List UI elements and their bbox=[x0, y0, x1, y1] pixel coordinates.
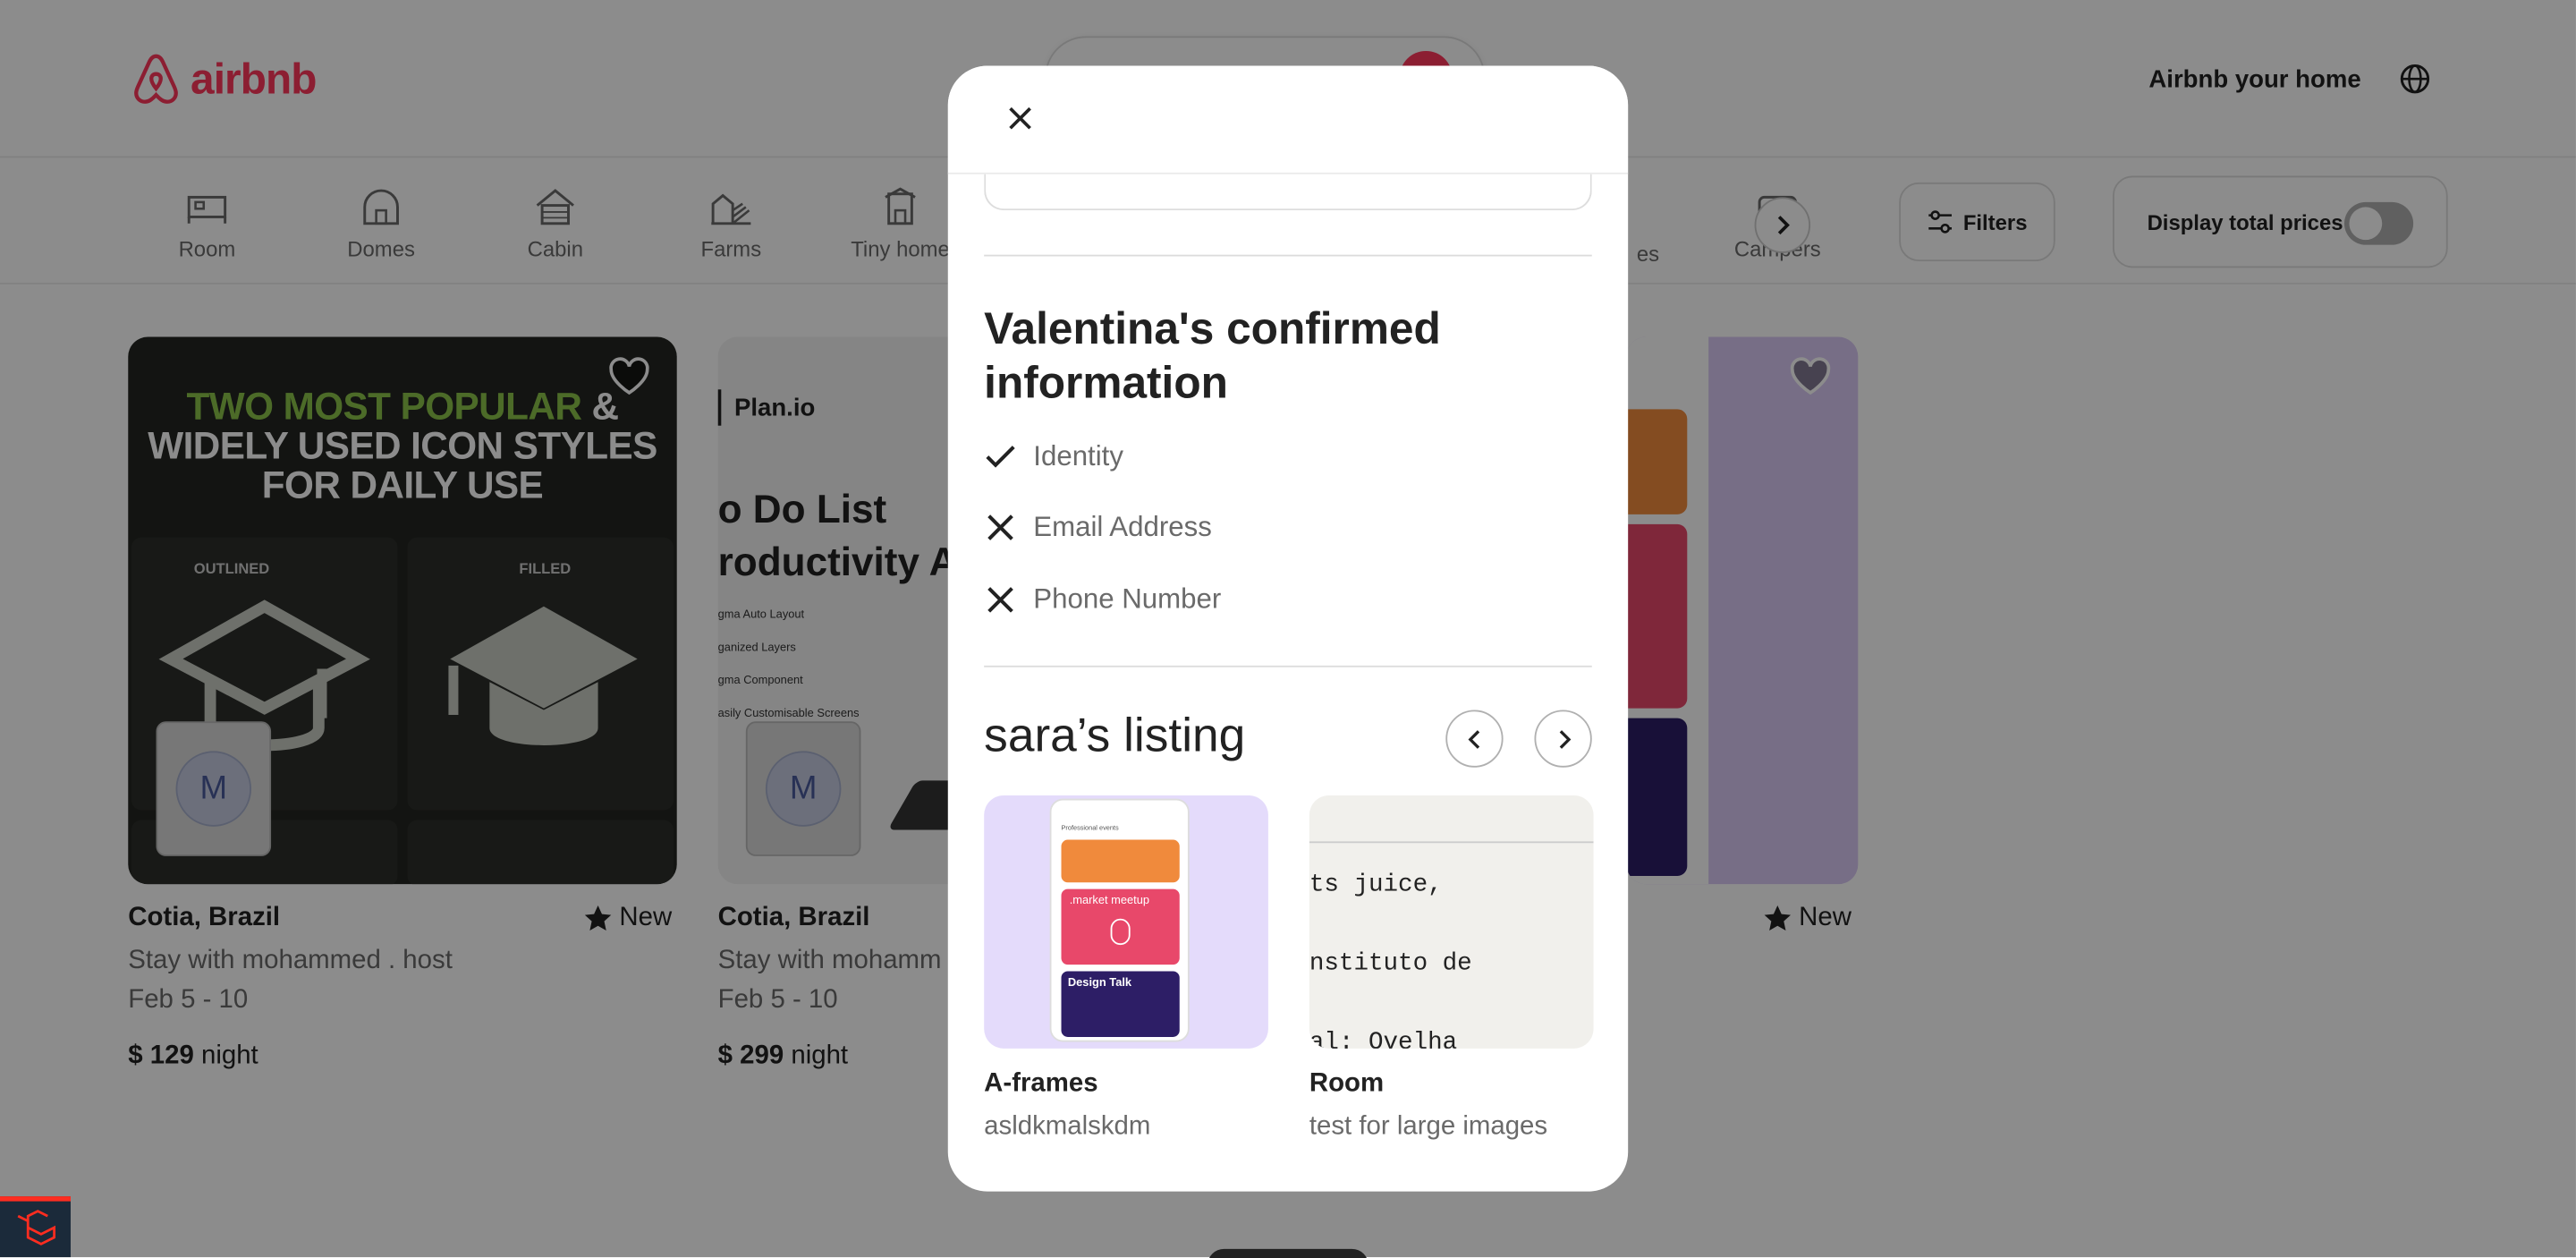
image-rule bbox=[1309, 841, 1594, 844]
confirmed-info-title: Valentina's confirmed information bbox=[984, 303, 1441, 408]
laravel-icon bbox=[16, 1210, 55, 1245]
modal-header bbox=[947, 65, 1629, 174]
listings-next-button[interactable] bbox=[1534, 710, 1592, 768]
close-button[interactable] bbox=[997, 96, 1043, 141]
listing-card-image[interactable]: Professional events .market meetup Desig… bbox=[984, 795, 1268, 1049]
verification-identity: Identity bbox=[984, 440, 1123, 473]
check-icon bbox=[986, 446, 1015, 468]
phone-header: Professional events bbox=[1061, 823, 1119, 832]
image-text-line: ts juice, bbox=[1309, 871, 1443, 899]
bottom-dock[interactable] bbox=[1207, 1248, 1368, 1258]
chevron-left-icon bbox=[1467, 729, 1479, 748]
image-text-line: al: Ovelha bbox=[1309, 1028, 1458, 1049]
listing-card-description: test for large images bbox=[1309, 1112, 1548, 1141]
image-text-line: nstituto de bbox=[1309, 949, 1472, 978]
close-icon bbox=[987, 587, 1013, 613]
listing-card-name: Room bbox=[1309, 1069, 1385, 1098]
close-icon bbox=[1009, 106, 1031, 130]
verification-email: Email Address bbox=[984, 511, 1212, 544]
divider bbox=[984, 665, 1592, 667]
divider bbox=[984, 254, 1592, 257]
chevron-right-icon bbox=[1558, 729, 1571, 748]
event-card: .market meetup bbox=[1061, 888, 1180, 965]
event-card bbox=[1061, 839, 1180, 883]
listings-prev-button[interactable] bbox=[1445, 710, 1504, 768]
listing-card-name: A-frames bbox=[984, 1069, 1098, 1098]
phone-mock: Professional events .market meetup Desig… bbox=[1049, 798, 1190, 1042]
close-icon bbox=[987, 514, 1013, 540]
listing-card-description: asldkmalskdm bbox=[984, 1112, 1151, 1141]
listing-card-image[interactable]: ts juice, nstituto de al: Ovelha bbox=[1309, 795, 1594, 1049]
event-card: Design Talk bbox=[1061, 971, 1180, 1037]
listings-title: sara’s listing bbox=[984, 710, 1246, 763]
host-profile-modal: Valentina's confirmed information Identi… bbox=[947, 65, 1629, 1192]
debugbar-button[interactable] bbox=[0, 1196, 71, 1258]
verification-phone: Phone Number bbox=[984, 583, 1221, 616]
